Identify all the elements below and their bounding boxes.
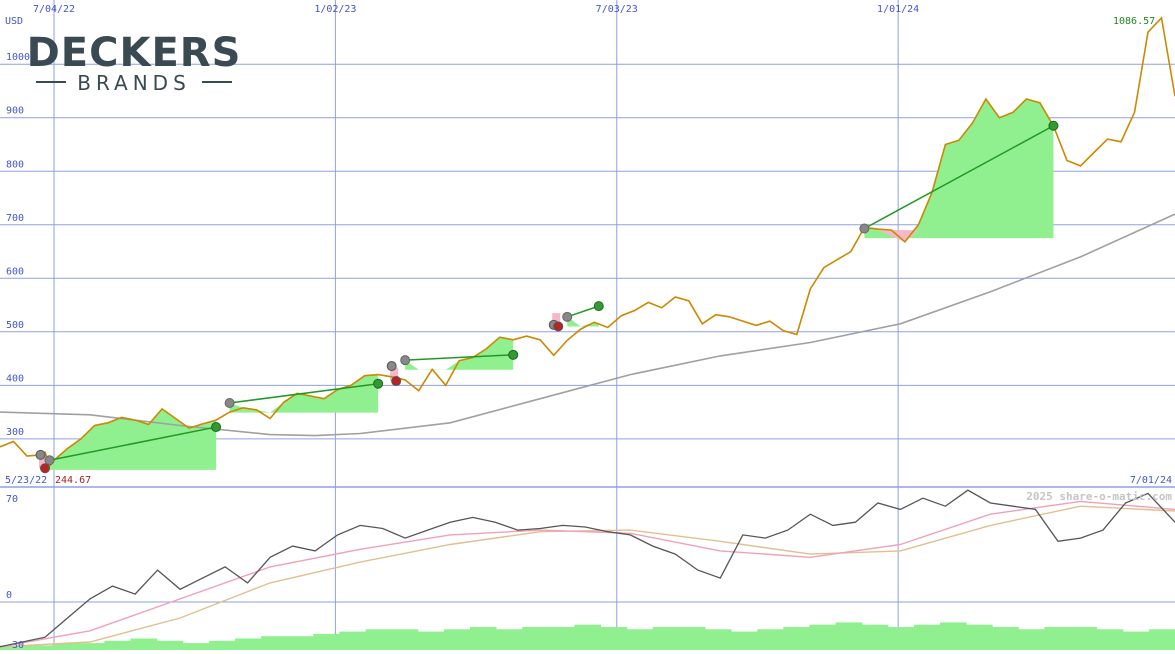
high-price-label: 1086.57 xyxy=(1113,16,1155,27)
sell-marker xyxy=(211,422,222,433)
oscillator-tick-label: 0 xyxy=(6,590,12,601)
buy-marker xyxy=(35,449,46,460)
volume-bar xyxy=(835,622,863,650)
volume-bar xyxy=(443,629,471,650)
x-tick-label: 7/03/23 xyxy=(596,4,638,15)
volume-bar xyxy=(992,627,1019,650)
volume-bar xyxy=(1122,631,1150,650)
volume-bar xyxy=(678,627,706,650)
volume-bar xyxy=(731,631,758,650)
trade-marker-layer xyxy=(35,120,1059,474)
buy-marker xyxy=(224,397,235,408)
volume-bar xyxy=(809,624,836,650)
volume-bar xyxy=(783,627,810,650)
loss-marker xyxy=(40,463,51,474)
volume-bar xyxy=(78,643,105,650)
buy-marker xyxy=(400,355,411,366)
loss-marker xyxy=(553,321,564,332)
buy-marker xyxy=(562,311,573,322)
volume-bar xyxy=(705,629,732,650)
logo-subword: BRANDS xyxy=(77,71,191,95)
y-tick-label: 700 xyxy=(6,213,24,224)
sell-marker xyxy=(1048,120,1059,131)
x-tick-label: 1/01/24 xyxy=(877,4,919,15)
chart-svg: USD 5/23/22 7/01/24 1086.57 244.67 2025 … xyxy=(0,0,1175,651)
y-tick-label: 600 xyxy=(6,266,24,277)
volume-bar xyxy=(652,627,680,650)
oscillator-tick-label: 70 xyxy=(6,494,18,505)
trade-gain-area xyxy=(405,337,514,370)
volume-bar xyxy=(235,638,262,650)
volume-bar xyxy=(261,636,288,650)
volume-bar xyxy=(130,638,158,650)
volume-bar xyxy=(182,643,210,650)
y-tick-label: 400 xyxy=(6,373,24,384)
oscillator-tick-label: -30 xyxy=(6,640,24,650)
buy-marker xyxy=(859,223,870,234)
buy-marker xyxy=(386,361,397,372)
y-tick-label: 500 xyxy=(6,320,24,331)
watermark: 2025 share-o-matic.com xyxy=(1026,490,1172,503)
volume-bar xyxy=(548,627,575,650)
sell-marker xyxy=(508,349,519,360)
x-end-label: 7/01/24 xyxy=(1130,475,1172,486)
volume-bar xyxy=(365,629,393,650)
volume-bar xyxy=(1096,629,1124,650)
logo-word: DECKERS xyxy=(27,30,242,76)
volume-bar xyxy=(391,629,419,650)
volume-bar xyxy=(913,624,941,650)
x-tick-label: 7/04/22 xyxy=(33,4,75,15)
buy-marker xyxy=(44,455,55,466)
volume-bar xyxy=(861,624,889,650)
deckers-brands-logo: DECKERS BRANDS xyxy=(27,30,242,95)
volume-bar xyxy=(626,629,654,650)
sell-marker xyxy=(593,301,604,312)
volume-bar xyxy=(940,622,967,650)
volume-bar xyxy=(417,631,445,650)
volume-bar xyxy=(522,627,549,650)
x-start-label: 5/23/22 xyxy=(5,475,47,486)
volume-bar xyxy=(966,624,993,650)
low-price-label: 244.67 xyxy=(55,475,91,486)
trade-gain-area xyxy=(49,408,217,470)
volume-bar xyxy=(1148,629,1175,650)
stock-chart: USD 5/23/22 7/01/24 1086.57 244.67 2025 … xyxy=(0,0,1175,651)
sell-marker xyxy=(373,378,384,389)
y-tick-label: 800 xyxy=(6,159,24,170)
trade-gain-area xyxy=(864,99,1054,239)
volume-bar xyxy=(313,633,340,650)
y-unit-label: USD xyxy=(5,16,23,27)
volume-bar xyxy=(26,645,53,650)
volume-bar xyxy=(1070,627,1098,650)
label-layer: USD 5/23/22 7/01/24 1086.57 244.67 2025 … xyxy=(5,4,1172,651)
volume-bar xyxy=(1044,627,1071,650)
volume-bar xyxy=(208,640,236,650)
volume-bar xyxy=(470,627,497,650)
volume-bar xyxy=(496,629,523,650)
volume-bar xyxy=(574,624,601,650)
trade-fill-layer xyxy=(39,99,1054,470)
x-tick-label: 1/02/23 xyxy=(314,4,356,15)
volume-bar xyxy=(757,629,784,650)
volume-bar xyxy=(887,627,915,650)
oscillator-layer xyxy=(0,489,1175,650)
loss-marker xyxy=(391,376,402,387)
volume-bar xyxy=(156,640,184,650)
y-tick-label: 900 xyxy=(6,106,24,117)
volume-bar xyxy=(104,640,131,650)
y-tick-label: 300 xyxy=(6,427,24,438)
volume-bar xyxy=(287,636,314,650)
volume-bar xyxy=(339,631,366,650)
volume-bar xyxy=(600,627,628,650)
volume-bar xyxy=(1018,629,1045,650)
